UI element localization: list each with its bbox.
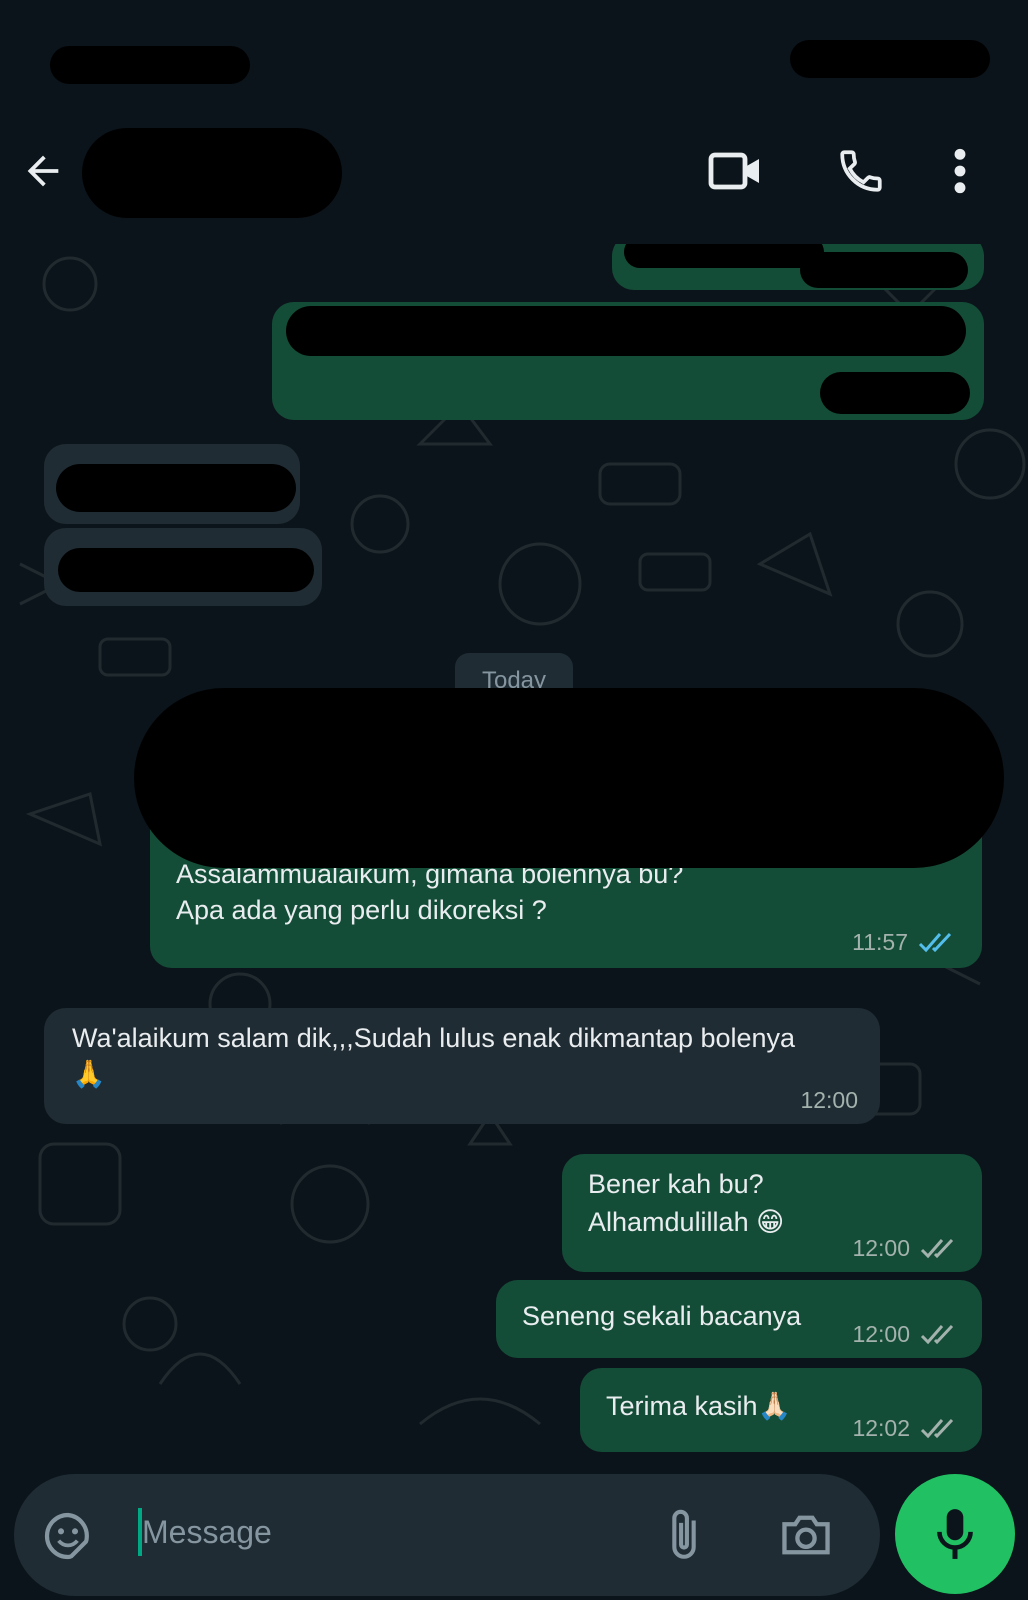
message-text: Seneng sekali bacanya: [522, 1301, 802, 1331]
redacted-status-left: [50, 46, 250, 84]
message-time: 12:00: [852, 1321, 910, 1347]
message-time: 12:02: [852, 1415, 910, 1441]
redacted-text: [286, 306, 966, 356]
camera-button[interactable]: [774, 1506, 838, 1564]
back-button[interactable]: [14, 142, 72, 200]
double-check-icon: [920, 1324, 954, 1344]
more-options-button[interactable]: [940, 142, 980, 200]
message-time: 12:00: [800, 1087, 858, 1113]
message-text: Wa'alaikum salam dik,,,Sudah lulus enak …: [72, 1023, 796, 1053]
microphone-icon: [937, 1509, 973, 1559]
redacted-quoted-media: [134, 688, 1004, 868]
chat-header: [0, 120, 1028, 244]
status-bar: [0, 0, 1028, 120]
message-composer: Message: [0, 1474, 1028, 1600]
double-check-icon: [920, 1418, 954, 1438]
message-meta: 12:02: [852, 1415, 960, 1442]
redacted-contact-name[interactable]: [82, 128, 342, 218]
message-meta: 12:00: [800, 1087, 858, 1114]
message-meta: 12:00: [852, 1235, 960, 1262]
redacted-status-right: [790, 40, 990, 78]
redacted-text: [820, 372, 970, 414]
incoming-message-bubble[interactable]: Wa'alaikum salam dik,,,Sudah lulus enak …: [44, 1008, 880, 1124]
message-emoji: 🙏: [72, 1059, 106, 1089]
message-time: 11:57: [852, 929, 908, 955]
redacted-text: [800, 252, 968, 288]
video-call-button[interactable]: [700, 142, 770, 200]
camera-icon: [782, 1515, 830, 1555]
double-check-read-icon: [918, 932, 952, 952]
message-text: Bener kah bu?: [588, 1169, 764, 1199]
arrow-left-icon: [27, 155, 59, 187]
message-text: Apa ada yang perlu dikoreksi ?: [176, 895, 547, 925]
voice-message-button[interactable]: [895, 1474, 1015, 1594]
outgoing-message-bubble[interactable]: Bener kah bu? Alhamdulillah 😁 12:00: [562, 1154, 982, 1272]
phone-icon: [840, 150, 882, 192]
message-time: 12:00: [852, 1235, 910, 1261]
message-input-container: Message: [14, 1474, 880, 1596]
message-meta: 11:57: [852, 929, 958, 956]
chat-area[interactable]: Today Assalammualaikum, gimana bolennya …: [0, 244, 1028, 1474]
voice-call-button[interactable]: [830, 140, 892, 202]
message-input[interactable]: Message: [142, 1514, 272, 1551]
message-meta: 12:00: [852, 1321, 960, 1348]
paperclip-icon: [672, 1509, 696, 1559]
message-text: Alhamdulillah 😁: [588, 1207, 785, 1237]
double-check-icon: [920, 1238, 954, 1258]
more-vertical-icon: [954, 148, 966, 194]
outgoing-message-bubble[interactable]: Seneng sekali bacanya 12:00: [496, 1280, 982, 1358]
redacted-text: [58, 548, 314, 592]
sticker-icon: [44, 1512, 89, 1560]
redacted-text: [624, 244, 824, 268]
redacted-text: [56, 464, 296, 512]
attach-button[interactable]: [654, 1504, 714, 1566]
video-camera-icon: [708, 152, 759, 190]
outgoing-message-bubble[interactable]: Terima kasih🙏🏻 12:02: [580, 1368, 982, 1452]
message-text: Terima kasih🙏🏻: [606, 1391, 792, 1421]
emoji-sticker-button[interactable]: [38, 1506, 98, 1566]
